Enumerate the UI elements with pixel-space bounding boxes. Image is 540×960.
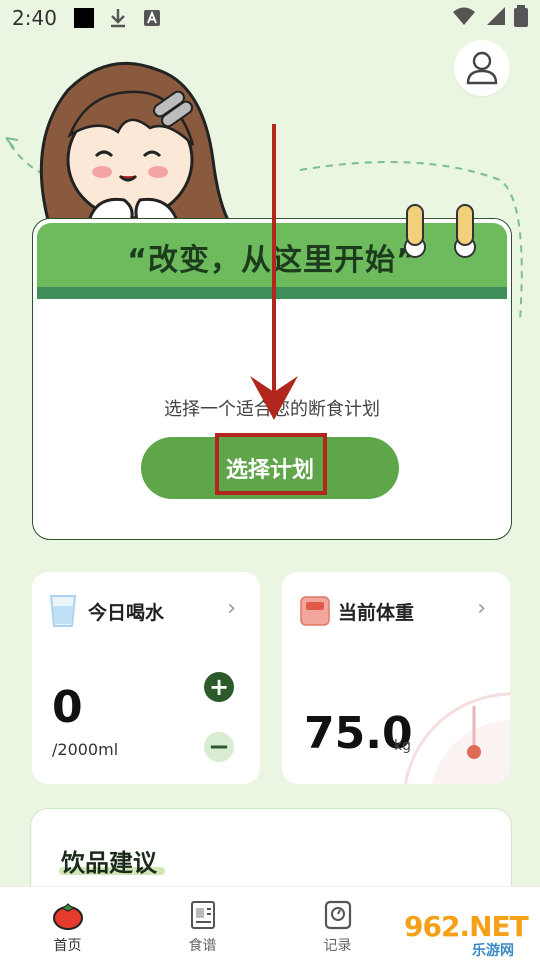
wifi-icon xyxy=(452,6,476,31)
watermark-logo: 962.NET 乐游网 xyxy=(400,910,538,959)
water-value: 0 xyxy=(52,682,83,733)
water-cup-icon xyxy=(49,595,77,627)
tomato-icon xyxy=(52,899,84,931)
nav-home-label: 首页 xyxy=(53,938,82,954)
chevron-right-icon[interactable]: › xyxy=(227,596,236,621)
water-goal: /2000ml xyxy=(52,740,119,759)
remove-water-button[interactable]: − xyxy=(204,732,234,762)
weight-unit: kg xyxy=(394,738,411,754)
nav-records-label: 记录 xyxy=(323,938,352,954)
red-arrow-annotation xyxy=(250,124,298,420)
add-water-button[interactable]: + xyxy=(204,672,234,702)
chevron-right-icon[interactable]: › xyxy=(477,596,486,621)
weight-card[interactable]: 当前体重 › 75.0 kg xyxy=(282,572,510,784)
status-time: 2:40 xyxy=(12,6,57,30)
profile-avatar-button[interactable] xyxy=(454,40,510,96)
nav-recipes[interactable]: 食谱 xyxy=(135,887,270,960)
binder-ring-left xyxy=(406,204,424,246)
weight-scale-icon xyxy=(300,596,330,626)
user-icon xyxy=(466,51,498,85)
weight-title: 当前体重 xyxy=(338,602,415,624)
download-icon xyxy=(107,7,129,29)
nav-recipes-label: 食谱 xyxy=(188,938,217,954)
highlight-box xyxy=(215,433,327,495)
drinks-title: 饮品建议 xyxy=(61,849,157,877)
nav-home[interactable]: 首页 xyxy=(0,887,135,960)
water-card[interactable]: 今日喝水 › 0 /2000ml + − xyxy=(32,572,260,784)
water-title: 今日喝水 xyxy=(88,602,165,624)
status-bar: 2:40 xyxy=(0,0,540,36)
nav-records[interactable]: 记录 xyxy=(270,887,405,960)
recipe-book-icon xyxy=(187,899,219,931)
scale-icon xyxy=(322,899,354,931)
watermark-sub: 乐游网 xyxy=(472,943,514,959)
app-notification-icon xyxy=(73,7,95,29)
signal-icon xyxy=(484,6,506,31)
minus-icon: − xyxy=(208,732,230,762)
battery-icon xyxy=(514,4,528,32)
watermark-brand: 962.NET xyxy=(404,910,529,943)
plus-icon: + xyxy=(208,673,230,701)
scale-dial-decoration xyxy=(404,692,510,784)
text-notification-icon xyxy=(141,7,163,29)
binder-ring-right xyxy=(456,204,474,246)
